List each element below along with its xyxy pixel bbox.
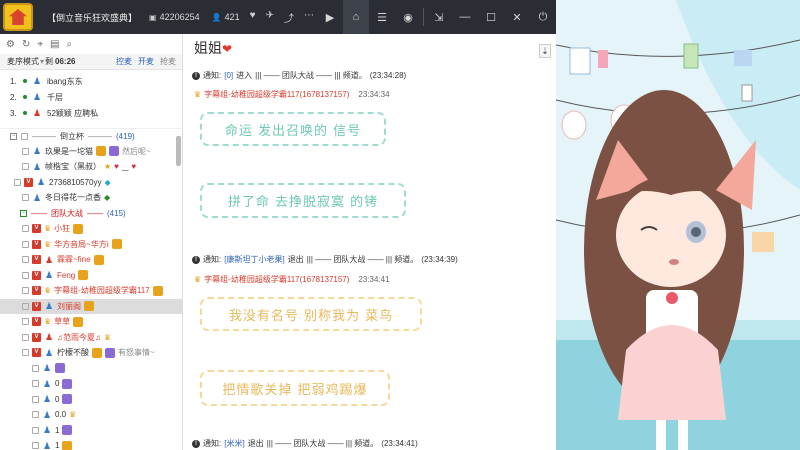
member-row[interactable]: V ♛ 字幕组-幼稚园超级学霸117 <box>0 283 183 299</box>
close-button[interactable]: ✕ <box>504 0 530 34</box>
group-name: 团队大战 <box>51 208 83 218</box>
message-sender[interactable]: ♛ 字幕组-幼稚园超级学霸117(1678137157) 23:34:41 <box>194 274 390 285</box>
member-row[interactable]: ♟ 1 <box>0 423 183 439</box>
member-row[interactable]: V ♟ 2736810570yy ◆ <box>0 175 183 191</box>
member-row[interactable]: ♟ 1 <box>0 438 183 450</box>
user-icon: ♟ <box>32 108 42 118</box>
mini-mode-icon[interactable]: ⇲ <box>426 0 452 34</box>
search-icon[interactable]: ⌕ <box>66 39 72 50</box>
power-icon[interactable]: ⏻ <box>530 0 556 34</box>
list-icon[interactable]: ☰ <box>369 0 395 34</box>
location-icon[interactable]: ⌖ <box>37 39 43 50</box>
plane-icon[interactable]: ✈ <box>266 10 274 25</box>
channel-toolbar: ⚙ ↻ ⌖ ▤ ⌕ <box>0 34 182 54</box>
group-name: 倒立杯 <box>60 131 84 141</box>
channel-group[interactable]: − —— 团队大战 —— (415) <box>0 206 183 222</box>
mic-mode[interactable]: 麦序模式 <box>7 56 39 67</box>
minimize-button[interactable]: — <box>452 0 478 34</box>
heart-icon[interactable]: ♥ <box>250 10 256 25</box>
video-icon[interactable]: ▶ <box>317 0 343 34</box>
title-bar: 【倒立音乐狂欢盛典】 ▣ 42206254 👤 421 ♥ ✈ ⤴ ⋯ ▶ ⌂ ☰ … <box>0 0 556 34</box>
channel-panel: ⚙ ↻ ⌖ ▤ ⌕ 麦序模式 ▾ 剩 06:26 控麦 开麦 抢麦 1. ♟ i… <box>0 34 183 450</box>
info-icon: ! <box>192 71 200 80</box>
member-row[interactable]: V ♛ 小狂 <box>0 221 183 237</box>
gamepad-icon[interactable]: ◉ <box>395 0 421 34</box>
member-row[interactable]: ♟ 玖果是一坨猫 然后呢~ <box>0 144 183 160</box>
more-icon[interactable]: ⋯ <box>304 10 314 25</box>
message-sender[interactable]: ♛ 字幕组-幼稚园超级学霸117(1678137157) 23:34:34 <box>194 89 390 100</box>
chat-area: 姐姐❤ ⇣ ! 通知: [0] 进入 ||| —— 团队大战 —— ||| 频道… <box>184 34 556 450</box>
collapse-icon[interactable]: − <box>10 132 17 140</box>
info-icon: ! <box>192 255 200 264</box>
system-notice: ! 通知: [米米] 退出 ||| —— 团队大战 —— ||| 频道。 (23… <box>192 438 418 449</box>
countdown-time: 06:26 <box>55 57 76 66</box>
mic-mode-bar: 麦序模式 ▾ 剩 06:26 控麦 开麦 抢麦 <box>0 54 182 70</box>
user-icon: ♟ <box>32 76 42 86</box>
channel-group[interactable]: − ——— 倒立杯 ——— (419) <box>0 128 183 144</box>
id-icon: ▣ <box>149 12 157 22</box>
chat-title: 姐姐❤ <box>194 41 233 57</box>
room-illustration <box>556 0 800 450</box>
member-row[interactable]: V ♛ 草草 <box>0 314 183 330</box>
member-row[interactable]: ♟ 0.0 ♛ <box>0 407 183 423</box>
share-icon[interactable]: ⤴ <box>284 10 294 25</box>
maximize-button[interactable]: ☐ <box>478 0 504 34</box>
member-row[interactable]: V ♟ ♫范雨今夏♫ ♛ <box>0 330 183 346</box>
member-row[interactable]: ♟ 冬日得花一点香 ◆ <box>0 190 183 206</box>
open-mic-link[interactable]: 开麦 <box>138 56 154 67</box>
member-row[interactable]: ♟ 0 <box>0 392 183 408</box>
collapse-icon[interactable]: − <box>20 209 27 217</box>
member-row[interactable]: V ♟ 柠檬不酸 有怒事情~ <box>0 345 183 361</box>
grab-mic-link[interactable]: 抢麦 <box>160 56 176 67</box>
system-notice: ! 通知: [康斯坦丁小老果] 退出 ||| —— 团队大战 —— ||| 频道… <box>192 254 458 265</box>
chat-bubble: 命运 发出召唤的 信号 <box>200 112 386 146</box>
heart-icon: ❤ <box>222 42 233 56</box>
refresh-icon[interactable]: ↻ <box>22 39 30 50</box>
member-row[interactable]: V ♟ 霖霖~fine <box>0 252 183 268</box>
chat-bubble: 拼了命 去挣脱寂寞 的铐 <box>200 183 406 218</box>
chat-bubble: 把情歌关掉 把弱鸡踢爆 <box>200 370 390 406</box>
system-notice: ! 通知: [0] 进入 ||| —— 团队大战 —— ||| 频道。 (23:… <box>192 70 406 81</box>
room-id: ▣ 42206254 <box>149 12 200 22</box>
info-icon: ! <box>192 439 200 448</box>
room-title: 【倒立音乐狂欢盛典】 <box>47 12 138 23</box>
settings-icon[interactable]: ⚙ <box>6 39 15 50</box>
document-icon[interactable]: ▤ <box>50 39 59 50</box>
home-icon[interactable]: ⌂ <box>343 0 369 34</box>
crown-icon: ♛ <box>194 90 202 99</box>
chat-bubble: 我没有名号 别称我为 菜鸟 <box>200 297 422 331</box>
user-icon: 👤 <box>211 12 222 22</box>
scroll-down-button[interactable]: ⇣ <box>539 44 551 58</box>
queue-item[interactable]: 2. ♟ 千层 <box>0 89 182 105</box>
member-row[interactable]: ♟ 0 <box>0 376 183 392</box>
user-icon: ♟ <box>32 92 42 102</box>
member-row[interactable]: V ♟ Feng <box>0 268 183 284</box>
queue-item[interactable]: 1. ♟ ibang东东 <box>0 73 182 89</box>
control-mic-link[interactable]: 控麦 <box>116 56 132 67</box>
crown-icon: ♛ <box>194 275 202 284</box>
member-row[interactable]: V ♛ 华方音局~华方i <box>0 237 183 253</box>
app-logo <box>3 3 33 31</box>
queue-item[interactable]: 3. ♟ 52颖颖 应聘私 <box>0 105 182 121</box>
online-count: 👤 421 <box>211 12 240 22</box>
mic-queue: 1. ♟ ibang东东 2. ♟ 千层 3. ♟ 52颖颖 应聘私 <box>0 70 182 121</box>
member-row[interactable]: ♟ 帧楷宝（黑叔） ★ ♥ ‿ ♥ <box>0 159 183 175</box>
scrollbar[interactable] <box>176 136 181 166</box>
channel-tree: − ——— 倒立杯 ——— (419) ♟ 玖果是一坨猫 然后呢~ ♟ 帧楷宝（… <box>0 128 183 450</box>
member-row-selected[interactable]: V ♟ 刘丽阁 <box>0 298 183 314</box>
member-row[interactable]: ♟ <box>0 361 183 377</box>
